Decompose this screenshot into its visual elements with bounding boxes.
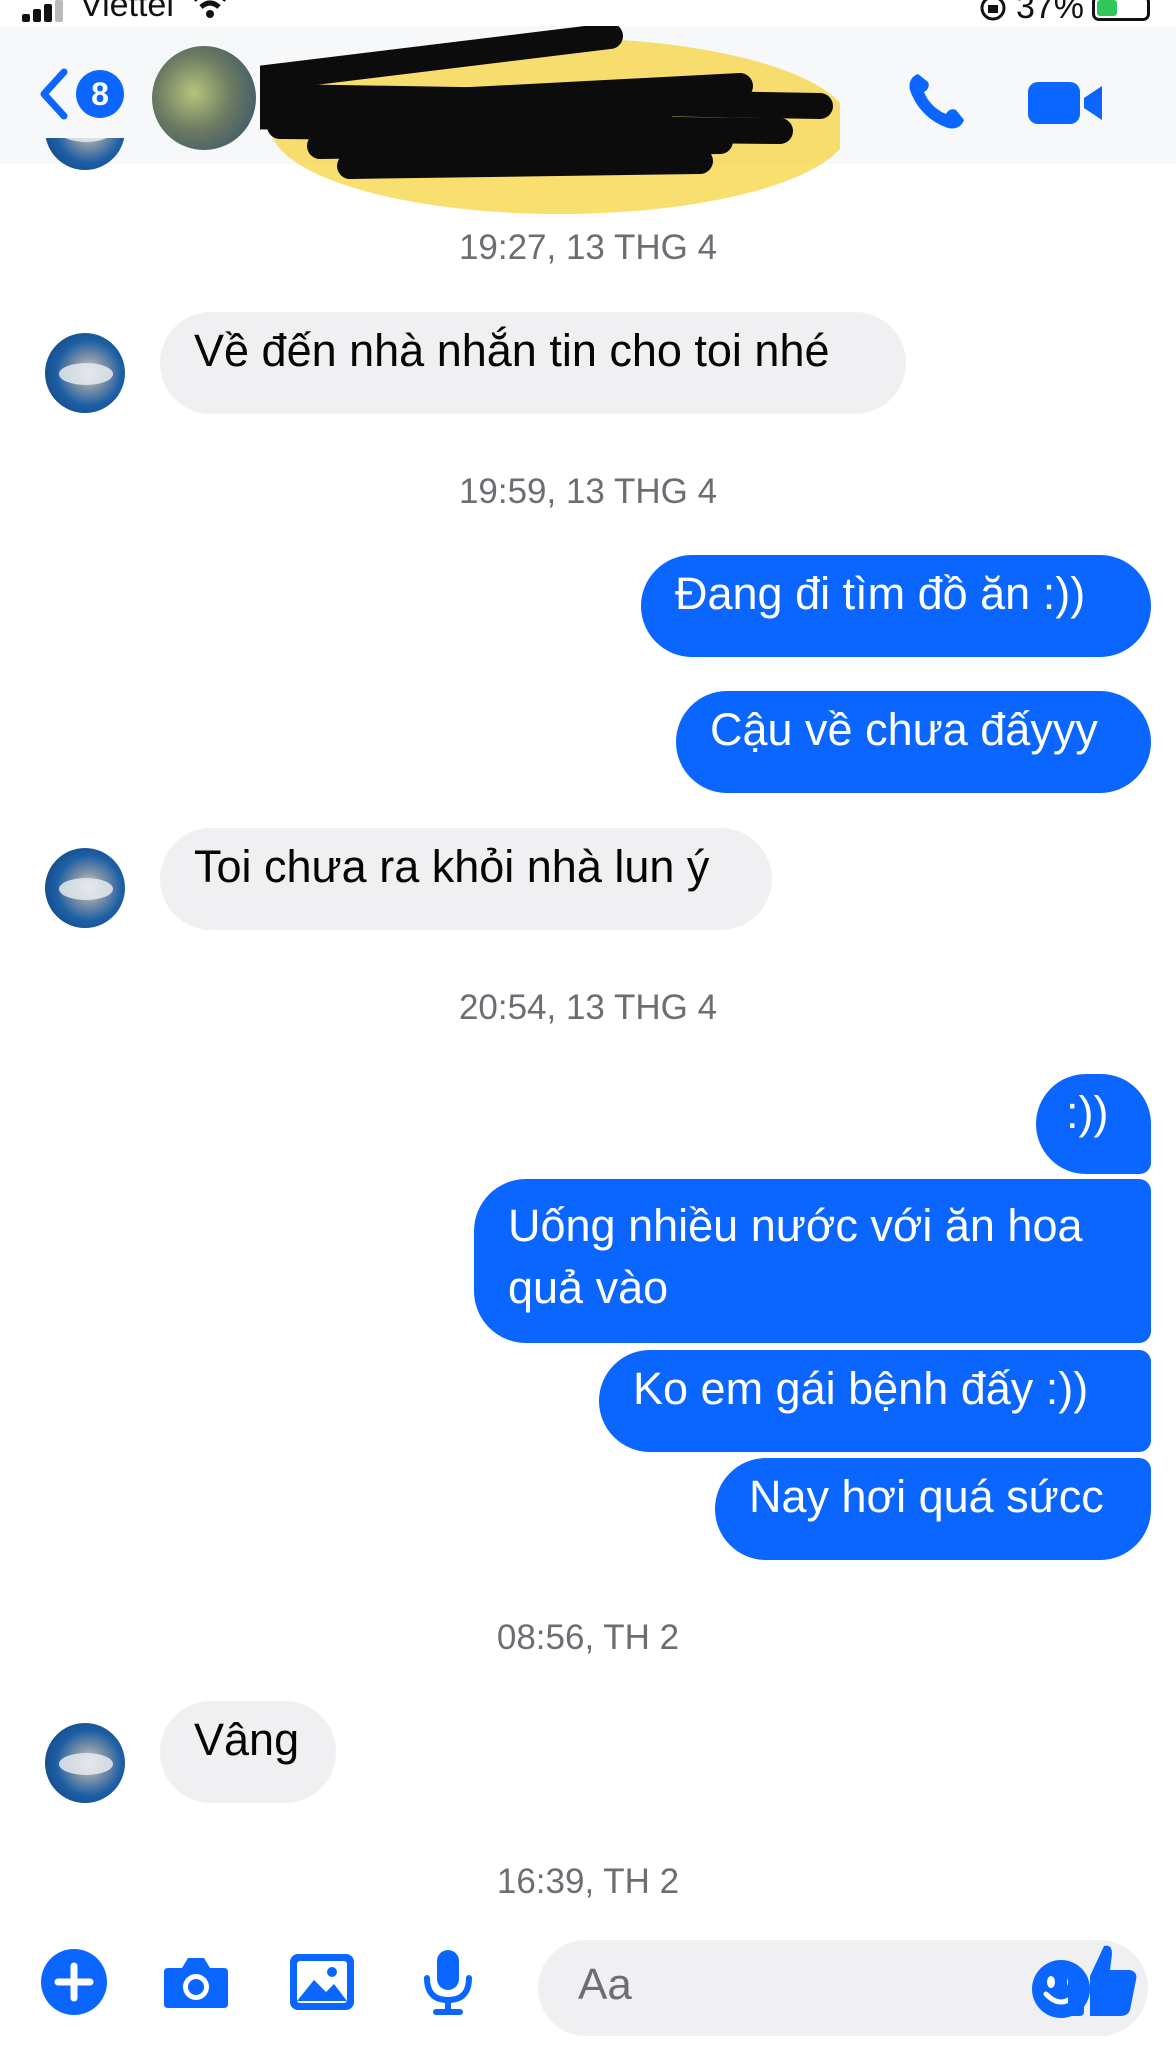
message-bubble-outgoing[interactable]: Ko em gái bệnh đấy :)): [599, 1350, 1151, 1452]
contact-avatar: [45, 848, 125, 928]
signal-icon: [22, 0, 66, 22]
plus-circle-icon[interactable]: [38, 1946, 110, 2018]
carrier-name: Viettel: [80, 0, 174, 24]
thumbs-up-icon[interactable]: [1066, 1940, 1140, 2020]
chevron-left-icon: [40, 68, 68, 120]
wifi-icon: [194, 0, 226, 18]
message-composer: Aa: [0, 1920, 1176, 2048]
status-right: 37%: [978, 0, 1150, 27]
contact-avatar: [45, 333, 125, 413]
redaction-scribble: [260, 26, 840, 214]
timestamp: 19:59, 13 THG 4: [458, 472, 718, 511]
message-bubble-incoming[interactable]: Vâng: [160, 1701, 336, 1803]
back-button[interactable]: 8: [36, 66, 124, 122]
contact-avatar[interactable]: [152, 46, 256, 150]
timestamp: 08:56, TH 2: [496, 1618, 680, 1657]
message-bubble-outgoing[interactable]: :)): [1036, 1074, 1151, 1174]
timestamp: 16:39, TH 2: [496, 1862, 680, 1901]
message-input-placeholder: Aa: [578, 1960, 632, 2009]
orientation-lock-icon: [980, 0, 1006, 20]
message-input[interactable]: Aa: [538, 1940, 1148, 2036]
timestamp: 20:54, 13 THG 4: [458, 988, 718, 1027]
unread-count-badge: 8: [76, 70, 124, 118]
message-bubble-outgoing[interactable]: Cậu về chưa đấyyy: [676, 691, 1151, 793]
image-icon[interactable]: [286, 1946, 358, 2018]
message-bubble-incoming[interactable]: Về đến nhà nhắn tin cho toi nhé: [160, 312, 906, 414]
message-bubble-outgoing[interactable]: Uống nhiều nước với ăn hoa quả vào: [474, 1179, 1151, 1343]
conversation-header: 8: [0, 26, 1176, 214]
battery-percent: 37%: [1015, 0, 1084, 26]
message-bubble-outgoing[interactable]: Đang đi tìm đồ ăn :)): [641, 555, 1151, 657]
camera-icon[interactable]: [160, 1946, 232, 2018]
message-bubble-incoming[interactable]: Toi chưa ra khỏi nhà lun ý: [160, 828, 772, 930]
video-camera-icon[interactable]: [1026, 78, 1106, 128]
timestamp: 19:27, 13 THG 4: [458, 228, 718, 267]
phone-icon[interactable]: [904, 68, 970, 134]
battery-icon: [1092, 0, 1150, 21]
microphone-icon[interactable]: [412, 1946, 484, 2018]
message-bubble-outgoing[interactable]: Nay hơi quá sứcc: [715, 1458, 1151, 1560]
contact-avatar: [45, 1723, 125, 1803]
status-bar: Viettel 37%: [0, 0, 1176, 26]
